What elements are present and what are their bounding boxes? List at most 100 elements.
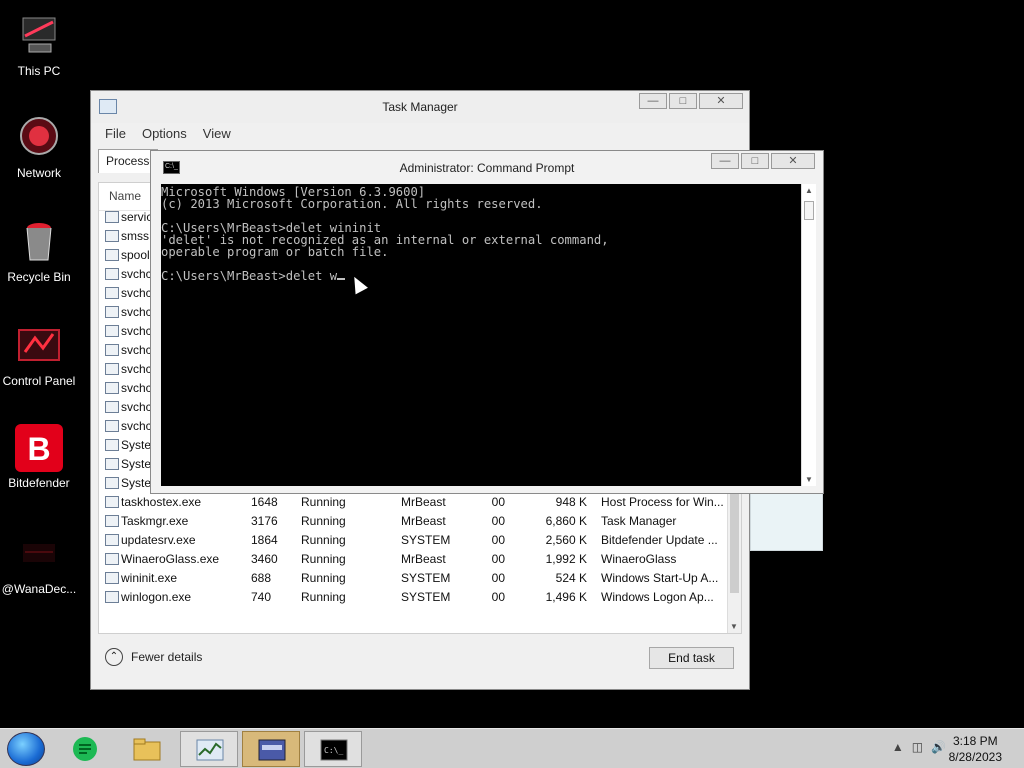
close-button[interactable]: ✕ [699,93,743,109]
fewer-details-button[interactable]: ⌃ Fewer details [105,648,202,666]
process-icon [105,382,119,394]
process-cpu: 00 [491,495,505,509]
process-icon [105,401,119,413]
desktop-icon-network[interactable]: Network [0,114,78,180]
scroll-down-arrow-icon[interactable]: ▼ [730,622,738,631]
show-hidden-icons-icon[interactable]: ▲ [892,740,904,754]
desktop-icon-label: Control Panel [2,374,76,388]
minimize-button[interactable]: — [639,93,667,109]
control-panel-window-icon [258,737,286,763]
desktop-icon-label: This PC [17,64,61,78]
process-icon [105,211,119,223]
process-user: MrBeast [401,552,446,566]
desktop-icon-wanadecryptor[interactable]: @WanaDec... [0,530,78,596]
process-icon [105,420,119,432]
taskbar-command-prompt[interactable]: C:\_ [304,731,362,767]
computer-icon [15,12,63,60]
table-row[interactable]: wininit.exe 688 Running SYSTEM 00 524 K Window… [99,569,729,588]
vertical-scrollbar[interactable]: ▲ ▼ [801,184,816,486]
system-tray: ▲ ◫ 🔊 [892,740,946,754]
process-description: Bitdefender Update ... [601,533,718,547]
end-task-button[interactable]: End task [649,647,734,669]
desktop-icon-recycle-bin[interactable]: Recycle Bin [0,218,78,284]
control-panel-icon [15,322,63,370]
console-line: operable program or batch file. [161,245,389,259]
process-icon [105,515,119,527]
start-button[interactable] [7,732,45,766]
process-user: MrBeast [401,514,446,528]
menu-view[interactable]: View [195,123,239,145]
desktop-icon-control-panel[interactable]: Control Panel [0,322,78,388]
process-cpu: 00 [491,571,505,585]
desktop-icon-bitdefender[interactable]: B Bitdefender [0,424,78,490]
wanadecryptor-icon [15,530,63,578]
close-button[interactable]: ✕ [771,153,815,169]
process-status: Running [301,495,346,509]
minimize-button[interactable]: — [711,153,739,169]
fewer-details-label: Fewer details [131,650,203,664]
process-description: Host Process for Win... [601,495,723,509]
process-icon [105,306,119,318]
network-status-icon[interactable]: ◫ [912,740,923,754]
process-pid: 740 [251,590,272,604]
maximize-button[interactable]: □ [669,93,697,109]
desktop-icon-this-pc[interactable]: This PC [0,12,78,78]
process-icon [105,287,119,299]
task-manager-footer: ⌃ Fewer details End task [91,640,749,688]
process-icon [105,363,119,375]
title-bar[interactable]: Task Manager — □ ✕ [91,91,749,123]
process-memory: 1,992 K [545,552,587,566]
process-name: wininit.exe [121,571,178,585]
clock[interactable]: 3:18 PM 8/28/2023 [949,733,1002,765]
desktop-icon-label: Recycle Bin [7,270,71,284]
process-icon [105,477,119,489]
taskbar-file-explorer[interactable] [118,731,176,767]
process-status: Running [301,571,346,585]
taskbar-task-manager[interactable] [180,731,238,767]
table-row[interactable]: WinaeroGlass.exe 3460 Running MrBeast 00 1,99… [99,550,729,569]
process-pid: 3460 [251,552,278,566]
svg-text:C:\_: C:\_ [324,746,343,755]
table-row[interactable]: winlogon.exe 740 Running SYSTEM 00 1,496 K Win… [99,588,729,607]
process-cpu: 00 [491,552,505,566]
cmd-icon: C:\_ [320,737,348,763]
maximize-button[interactable]: □ [741,153,769,169]
table-row[interactable]: Taskmgr.exe 3176 Running MrBeast 00 6,860 K Ta… [99,512,729,531]
title-bar[interactable]: C:\_ Administrator: Command Prompt — □ ✕ [151,151,823,183]
network-globe-icon [15,114,63,162]
bitdefender-icon: B [15,424,63,472]
process-icon [105,249,119,261]
scroll-down-arrow-icon[interactable]: ▼ [805,475,813,484]
process-user: MrBeast [401,495,446,509]
process-description: Windows Logon Ap... [601,590,714,604]
taskbar-control-panel[interactable] [242,731,300,767]
process-name: WinaeroGlass.exe [121,552,220,566]
process-memory: 524 K [555,571,587,585]
folder-icon [133,736,161,762]
menu-options[interactable]: Options [134,123,195,145]
process-description: Task Manager [601,514,677,528]
taskbar-notes-app[interactable] [56,731,114,767]
scroll-thumb[interactable] [730,483,739,593]
tab-processes[interactable]: Processes [98,149,158,173]
menu-file[interactable]: File [97,123,134,145]
scroll-thumb[interactable] [804,201,814,220]
process-memory: 1,496 K [545,590,587,604]
process-pid: 1648 [251,495,278,509]
process-cpu: 00 [491,514,505,528]
process-user: SYSTEM [401,571,451,585]
process-icon [105,439,119,451]
console-line: (c) 2013 Microsoft Corporation. All righ… [161,197,543,211]
process-status: Running [301,514,346,528]
process-name: Taskmgr.exe [121,514,189,528]
process-user: SYSTEM [401,533,451,547]
console-input-line[interactable]: C:\Users\MrBeast>delet w [161,269,337,283]
volume-icon[interactable]: 🔊 [931,740,946,754]
process-memory: 2,560 K [545,533,587,547]
table-row[interactable]: updatesrv.exe 1864 Running SYSTEM 00 2,560 K B… [99,531,729,550]
table-row[interactable]: taskhostex.exe 1648 Running MrBeast 00 948 K H… [99,493,729,512]
scroll-up-arrow-icon[interactable]: ▲ [805,186,813,195]
menu-bar: File Options View [91,123,749,145]
console-output[interactable]: Microsoft Windows [Version 6.3.9600] (c)… [161,184,801,486]
process-name: updatesrv.exe [121,533,196,547]
